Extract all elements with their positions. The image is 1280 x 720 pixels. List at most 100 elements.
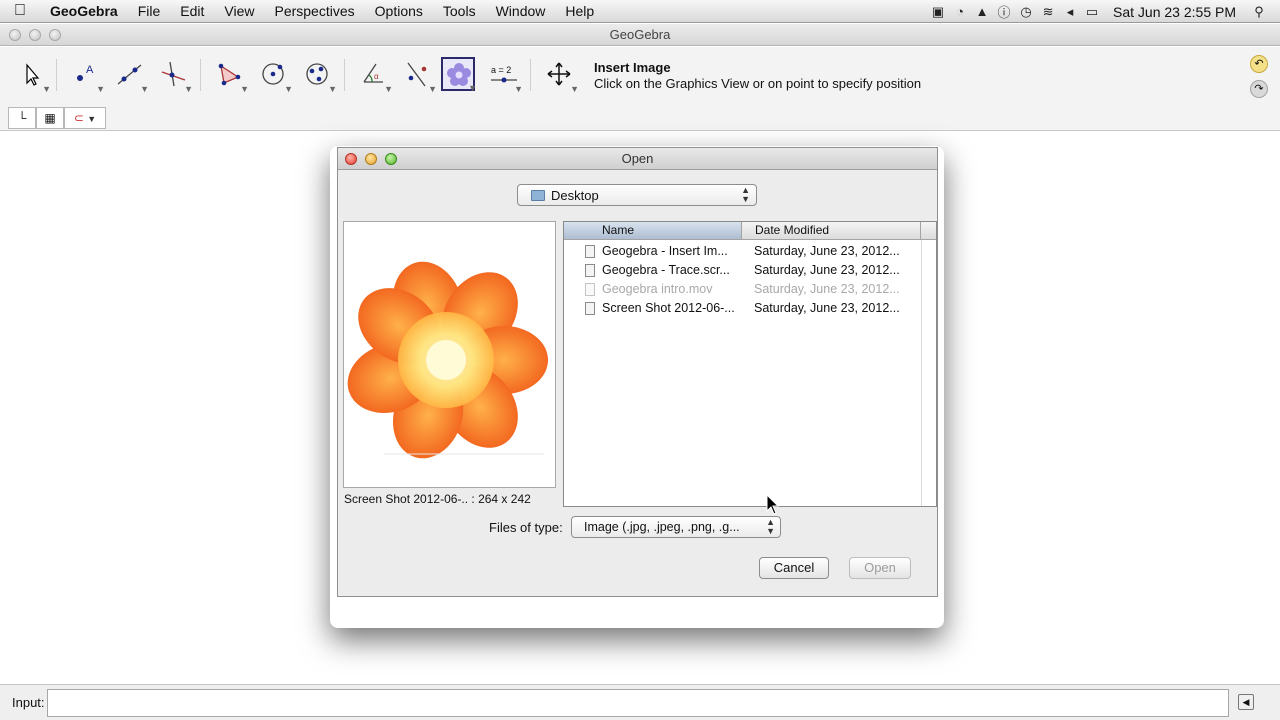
up-down-arrows-icon: ▲ ▼: [741, 185, 750, 204]
dropdown-triangle-icon: ▼: [184, 84, 193, 94]
window-close-button[interactable]: [9, 29, 21, 41]
file-list[interactable]: Name Date Modified Geogebra - Insert Im.…: [563, 221, 937, 507]
dialog-zoom-button[interactable]: [385, 153, 397, 165]
dropdown-triangle-icon: ▼: [140, 84, 149, 94]
apple-menu-icon[interactable]: : [0, 2, 40, 20]
file-type-value: Image (.jpg, .jpeg, .png, .g...: [584, 520, 740, 534]
file-row[interactable]: Screen Shot 2012-06-... Saturday, June 2…: [564, 299, 922, 318]
file-row-disabled: Geogebra intro.mov Saturday, June 23, 20…: [564, 280, 922, 299]
circle-tool-button[interactable]: ▼: [256, 57, 293, 94]
dialog-title: Open: [621, 151, 654, 166]
line-tool-button[interactable]: ▼: [112, 57, 149, 94]
dropdown-triangle-icon: ▼: [570, 84, 579, 94]
file-icon: [585, 302, 595, 315]
slider-tool-label: a = 2: [491, 65, 511, 75]
input-field[interactable]: [47, 689, 1229, 717]
column-header-name[interactable]: Name: [564, 222, 742, 239]
dropdown-triangle-icon: ▼: [240, 84, 249, 94]
move-tool-button[interactable]: ▼: [14, 57, 51, 94]
file-row[interactable]: Geogebra - Insert Im... Saturday, June 2…: [564, 242, 922, 261]
battery-icon[interactable]: ▭: [1081, 4, 1103, 20]
dropdown-triangle-icon: ▼: [428, 84, 437, 94]
tool-help-text: Click on the Graphics View or on point t…: [594, 76, 922, 91]
window-title: GeoGebra: [609, 27, 671, 42]
time-machine-icon[interactable]: ◷: [1015, 4, 1037, 20]
input-label: Input:: [12, 695, 45, 710]
menu-bar:  GeoGebra File Edit View Perspectives O…: [0, 0, 1280, 23]
preview-caption: Screen Shot 2012-06-.. : 264 x 242: [344, 492, 531, 506]
polygon-tool-button[interactable]: ▼: [212, 57, 249, 94]
menu-app-name[interactable]: GeoGebra: [40, 3, 128, 19]
window-minimize-button[interactable]: [29, 29, 41, 41]
sync-icon[interactable]: ◔: [949, 4, 971, 19]
window-zoom-button[interactable]: [49, 29, 61, 41]
input-bar: Input: ◀: [0, 684, 1280, 720]
movie-file-icon: [585, 283, 595, 296]
menu-view[interactable]: View: [214, 3, 264, 19]
dialog-close-button[interactable]: [345, 153, 357, 165]
circle-three-points-tool-button[interactable]: ▼: [300, 57, 337, 94]
menu-edit[interactable]: Edit: [170, 3, 214, 19]
volume-icon[interactable]: ◂: [1059, 4, 1081, 20]
dropdown-triangle-icon: ▼: [284, 84, 293, 94]
folder-select[interactable]: Desktop ▲ ▼: [517, 184, 757, 206]
point-tool-button[interactable]: A ▼: [68, 57, 105, 94]
menu-perspectives[interactable]: Perspectives: [264, 3, 364, 19]
svg-text:A: A: [86, 64, 94, 76]
drive-icon[interactable]: ▲: [971, 4, 993, 19]
file-date: Saturday, June 23, 2012...: [754, 263, 900, 277]
input-help-icon[interactable]: ◀: [1238, 694, 1254, 710]
point-capturing-icon[interactable]: ⊂ ▼: [64, 107, 106, 129]
slider-tool-button[interactable]: a = 2 ▼: [486, 57, 523, 94]
menu-tools[interactable]: Tools: [433, 3, 486, 19]
svg-text:α: α: [374, 72, 379, 81]
undo-icon[interactable]: ↶: [1250, 55, 1268, 73]
status-tray: ▣ ◔ ▲ ⓘ ◷ ≋ ◂ ▭ Sat Jun 23 2:55 PM ⚲: [927, 0, 1280, 23]
dropdown-triangle-icon: ▼: [468, 83, 477, 93]
dropdown-triangle-icon: ▼: [384, 84, 393, 94]
angle-tool-button[interactable]: α ▼: [356, 57, 393, 94]
column-header-date-modified[interactable]: Date Modified: [743, 222, 921, 239]
toggle-grid-icon[interactable]: ▦: [36, 107, 64, 129]
dialog-minimize-button[interactable]: [365, 153, 377, 165]
dropdown-triangle-icon: ▼: [42, 84, 51, 94]
image-preview: [343, 221, 556, 488]
info-icon[interactable]: ⓘ: [993, 2, 1015, 21]
menu-help[interactable]: Help: [555, 3, 604, 19]
file-icon: [585, 264, 595, 277]
redo-icon[interactable]: ↷: [1250, 80, 1268, 98]
tool-bar: ▼ A ▼ ▼ ▼ ▼ ▼ ▼ α ▼ ▼ ▼ a = 2 ▼ ▼ Insert…: [0, 47, 1280, 105]
tool-help-panel: Insert Image Click on the Graphics View …: [594, 60, 921, 91]
file-type-select[interactable]: Image (.jpg, .jpeg, .png, .g... ▲ ▼: [571, 516, 781, 538]
menu-options[interactable]: Options: [365, 3, 433, 19]
perpendicular-line-tool-button[interactable]: ▼: [156, 57, 193, 94]
move-graphics-view-tool-button[interactable]: ▼: [542, 57, 579, 94]
menubar-clock[interactable]: Sat Jun 23 2:55 PM: [1103, 4, 1248, 20]
files-of-type-label: Files of type:: [489, 520, 563, 535]
cancel-button[interactable]: Cancel: [759, 557, 829, 579]
file-date: Saturday, June 23, 2012...: [754, 244, 900, 258]
menu-file[interactable]: File: [128, 3, 171, 19]
flower-preview-image: [347, 261, 548, 459]
up-down-arrows-icon: ▲ ▼: [766, 517, 775, 536]
dropdown-triangle-icon: ▼: [96, 84, 105, 94]
toggle-axes-icon[interactable]: └: [8, 107, 36, 129]
dialog-titlebar: Open: [338, 148, 937, 170]
reflect-tool-button[interactable]: ▼: [400, 57, 437, 94]
file-row[interactable]: Geogebra - Trace.scr... Saturday, June 2…: [564, 261, 922, 280]
open-dialog: Open Desktop ▲ ▼ Screen Shot 2012-06-.. …: [337, 147, 938, 597]
dropdown-triangle-icon: ▼: [328, 84, 337, 94]
dropdown-triangle-icon: ▼: [514, 84, 523, 94]
file-name: Geogebra - Trace.scr...: [602, 263, 730, 277]
menu-window[interactable]: Window: [486, 3, 556, 19]
spotlight-search-icon[interactable]: ⚲: [1248, 4, 1270, 20]
file-date: Saturday, June 23, 2012...: [754, 282, 900, 296]
wifi-icon[interactable]: ≋: [1037, 4, 1059, 20]
file-name: Geogebra - Insert Im...: [602, 244, 728, 258]
open-button[interactable]: Open: [849, 557, 911, 579]
file-name: Screen Shot 2012-06-...: [602, 301, 735, 315]
window-titlebar: GeoGebra: [0, 24, 1280, 46]
insert-image-tool-button[interactable]: ▼: [441, 57, 477, 93]
folder-select-value: Desktop: [551, 188, 599, 203]
camera-icon[interactable]: ▣: [927, 4, 949, 20]
